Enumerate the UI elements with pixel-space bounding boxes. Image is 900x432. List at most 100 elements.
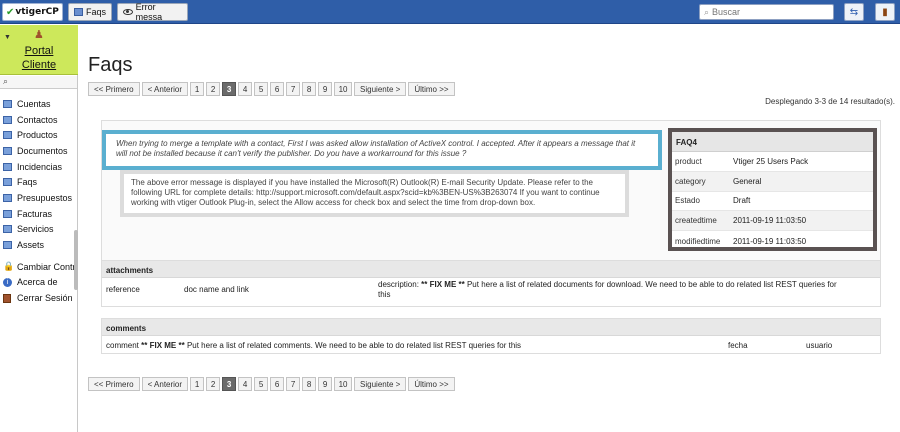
attachment-description: description: ** FIX ME ** Put here a lis… — [378, 280, 878, 300]
sidebar: ▼ ♟ Portal Cliente ⌕ Cuentas Contactos P… — [0, 25, 78, 432]
pager-page-button[interactable]: 10 — [334, 82, 353, 96]
pager-next-button[interactable]: Siguiente > — [354, 377, 407, 391]
portal-link[interactable]: Portal Cliente — [0, 44, 78, 72]
sidebar-item-faqs[interactable]: Faqs — [0, 174, 77, 190]
pager-page-button[interactable]: 8 — [302, 377, 317, 391]
sidebar-item-logout[interactable]: Cerrar Sesión — [0, 290, 77, 306]
sidebar-item-incidencias[interactable]: Incidencias — [0, 159, 77, 175]
tab-faqs[interactable]: Faqs — [68, 3, 112, 21]
pager-page-button[interactable]: 9 — [318, 82, 333, 96]
sidebar-item-contactos[interactable]: Contactos — [0, 112, 77, 128]
pager-page-current[interactable]: 3 — [222, 82, 237, 96]
pager-prev-button[interactable]: < Anterior — [141, 377, 189, 391]
sidebar-item-servicios[interactable]: Servicios — [0, 222, 77, 238]
detail-key: createdtime — [675, 216, 717, 226]
comment-prefix: comment — [106, 341, 139, 350]
sidebar-item-label: Acerca de — [17, 277, 58, 288]
logout-button[interactable]: ▮ — [875, 3, 895, 21]
door-icon: ▮ — [882, 6, 888, 18]
app-logo[interactable]: ✔ vtigerCP — [2, 3, 63, 21]
pager-page-button[interactable]: 4 — [238, 82, 253, 96]
module-icon — [3, 225, 12, 234]
door-icon — [3, 293, 11, 303]
pager-page-button[interactable]: 2 — [206, 377, 221, 391]
sidebar-item-about[interactable]: i Acerca de — [0, 275, 77, 291]
pager-page-button[interactable]: 6 — [270, 82, 285, 96]
module-icon — [3, 131, 12, 140]
comment-text: comment ** FIX ME ** Put here a list of … — [106, 341, 521, 350]
tab-error-label: Error messa — [135, 2, 163, 22]
pager-page-button[interactable]: 1 — [190, 377, 205, 391]
pager-page-button[interactable]: 5 — [254, 377, 269, 391]
pager-page-current[interactable]: 3 — [222, 377, 237, 391]
pager-page-button[interactable]: 6 — [270, 377, 285, 391]
fixme-label: ** FIX ME ** — [141, 341, 185, 350]
pagination-top: << Primero < Anterior 1 2 3 4 5 6 7 8 9 … — [88, 82, 455, 96]
pager-last-button[interactable]: Último >> — [408, 377, 455, 391]
results-count: Desplegando 3-3 de 14 resultado(s). — [765, 97, 895, 106]
detail-row: createdtime 2011-09-19 11:03:50 — [672, 211, 873, 232]
info-icon: i — [3, 277, 12, 287]
sidebar-item-assets[interactable]: Assets — [0, 237, 77, 253]
logo-text: vtigerCP — [15, 7, 59, 17]
sidebar-item-cuentas[interactable]: Cuentas — [0, 96, 77, 112]
attachments-row: reference doc name and link description:… — [102, 278, 880, 306]
detail-key: Estado — [675, 196, 700, 206]
pager-next-button[interactable]: Siguiente > — [354, 82, 407, 96]
detail-row: Estado Draft — [672, 192, 873, 212]
detail-value: Vtiger 25 Users Pack — [733, 156, 809, 166]
detail-key: modifiedtime — [675, 236, 721, 246]
sidebar-item-label: Documentos — [17, 145, 68, 156]
sidebar-item-productos[interactable]: Productos — [0, 127, 77, 143]
sidebar-item-documentos[interactable]: Documentos — [0, 143, 77, 159]
lock-icon: 🔒 — [3, 261, 15, 272]
search-icon: ⌕ — [704, 6, 710, 17]
sidebar-nav: Cuentas Contactos Productos Documentos I… — [0, 96, 77, 306]
eye-icon — [123, 9, 133, 15]
pager-page-button[interactable]: 10 — [334, 377, 353, 391]
pager-last-button[interactable]: Último >> — [408, 82, 455, 96]
comment-user-header: usuario — [806, 341, 833, 350]
pager-page-button[interactable]: 2 — [206, 82, 221, 96]
desc-text: Put here a list of related documents for… — [466, 280, 837, 289]
portal-header: ▼ ♟ Portal Cliente — [0, 25, 78, 75]
sidebar-search[interactable]: ⌕ — [0, 76, 77, 89]
pager-page-button[interactable]: 9 — [318, 377, 333, 391]
sidebar-scrollbar[interactable] — [74, 230, 78, 290]
search-input[interactable] — [712, 7, 828, 17]
pager-page-button[interactable]: 7 — [286, 82, 301, 96]
detail-value: 2011-09-19 11:03:50 — [733, 236, 807, 246]
sidebar-item-facturas[interactable]: Facturas — [0, 206, 77, 222]
faq-id: FAQ4 — [672, 132, 873, 152]
sidebar-item-change-password[interactable]: 🔒Cambiar Contraseña — [0, 259, 77, 275]
pager-page-button[interactable]: 4 — [238, 377, 253, 391]
fixme-label: ** FIX ME ** — [421, 280, 465, 289]
collapse-arrow-icon[interactable]: ▼ — [4, 34, 11, 41]
pager-prev-button[interactable]: < Anterior — [141, 82, 189, 96]
sidebar-item-label: Cambiar Contraseña — [17, 261, 77, 272]
module-icon — [3, 178, 12, 187]
tab-error-message[interactable]: Error messa — [117, 2, 188, 22]
comment-date-header: fecha — [728, 341, 748, 350]
comments-section: comments comment ** FIX ME ** Put here a… — [101, 318, 881, 354]
language-button[interactable]: ⇆ — [844, 3, 864, 21]
module-icon — [74, 8, 83, 16]
attachment-reference: reference — [106, 285, 140, 294]
pager-first-button[interactable]: << Primero — [88, 82, 140, 96]
pager-page-button[interactable]: 5 — [254, 82, 269, 96]
faq-question: When trying to merge a template with a c… — [102, 130, 662, 170]
sidebar-item-label: Contactos — [17, 114, 58, 125]
attachments-heading: attachments — [102, 261, 880, 278]
module-icon — [3, 115, 12, 124]
sidebar-item-label: Cuentas — [17, 98, 51, 109]
pager-page-button[interactable]: 8 — [302, 82, 317, 96]
tab-faqs-label: Faqs — [85, 7, 106, 17]
module-icon — [3, 209, 12, 218]
pagination-bottom: << Primero < Anterior 1 2 3 4 5 6 7 8 9 … — [88, 377, 455, 391]
sidebar-item-presupuestos[interactable]: Presupuestos — [0, 190, 77, 206]
module-icon — [3, 162, 12, 171]
pager-page-button[interactable]: 1 — [190, 82, 205, 96]
pager-page-button[interactable]: 7 — [286, 377, 301, 391]
comments-row: comment ** FIX ME ** Put here a list of … — [102, 336, 880, 354]
pager-first-button[interactable]: << Primero — [88, 377, 140, 391]
